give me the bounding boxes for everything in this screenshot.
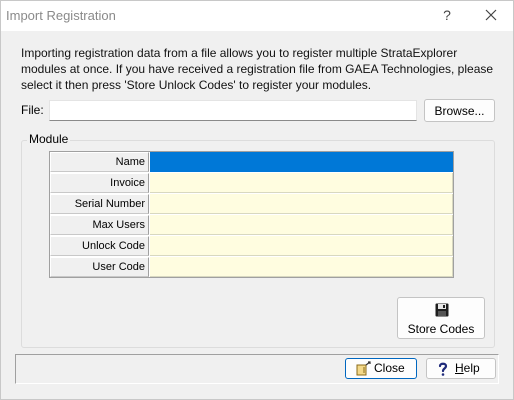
- window-title: Import Registration: [6, 8, 116, 23]
- name-cell[interactable]: [150, 152, 453, 172]
- row-label: Max Users: [50, 215, 149, 235]
- store-codes-button[interactable]: Store Codes: [397, 297, 485, 339]
- row-label: Name: [50, 152, 149, 172]
- row-label: Invoice: [50, 173, 149, 193]
- help-question-icon: [438, 362, 448, 376]
- grid-row-max-users[interactable]: Max Users: [50, 215, 453, 236]
- file-label: File:: [21, 103, 44, 117]
- max-users-cell[interactable]: [150, 215, 453, 235]
- grid-row-name[interactable]: Name: [50, 152, 453, 173]
- module-group-label: Module: [27, 132, 71, 146]
- row-label: User Code: [50, 257, 149, 277]
- invoice-cell[interactable]: [150, 173, 453, 193]
- row-label: Serial Number: [50, 194, 149, 214]
- close-icon: [485, 9, 497, 21]
- help-label-rest: elp: [463, 361, 480, 375]
- import-registration-dialog: Import Registration ? Importing registra…: [0, 0, 514, 400]
- store-codes-label: Store Codes: [407, 322, 475, 336]
- title-close-button[interactable]: [479, 3, 503, 27]
- help-label: Help: [455, 359, 480, 378]
- title-help-button[interactable]: ?: [435, 3, 459, 27]
- unlock-code-cell[interactable]: [150, 236, 453, 256]
- file-path-input[interactable]: [49, 100, 417, 121]
- row-label: Unlock Code: [50, 236, 149, 256]
- grid-row-unlock-code[interactable]: Unlock Code: [50, 236, 453, 257]
- floppy-disk-icon: [435, 303, 449, 317]
- browse-button[interactable]: Browse...: [424, 99, 495, 122]
- intro-text: Importing registration data from a file …: [21, 46, 494, 92]
- close-label: Close: [374, 361, 405, 375]
- module-grid: Name Invoice Serial Number Max Users Unl…: [49, 151, 454, 278]
- serial-number-cell[interactable]: [150, 194, 453, 214]
- grid-row-user-code[interactable]: User Code: [50, 257, 453, 278]
- help-button[interactable]: Help: [426, 358, 496, 379]
- grid-row-serial-number[interactable]: Serial Number: [50, 194, 453, 215]
- close-button[interactable]: Close: [345, 358, 417, 379]
- title-bar: Import Registration ?: [1, 1, 513, 31]
- close-door-icon: [356, 361, 371, 376]
- help-accelerator: H: [455, 361, 464, 375]
- user-code-cell[interactable]: [150, 257, 453, 277]
- grid-row-invoice[interactable]: Invoice: [50, 173, 453, 194]
